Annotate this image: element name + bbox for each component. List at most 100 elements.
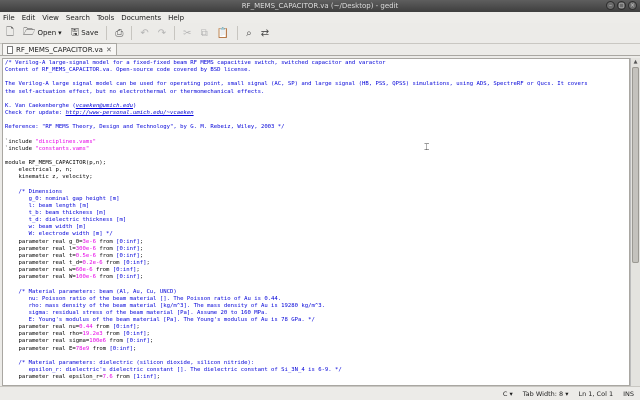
code-link[interactable]: http://www-personal.umich.edu/~vcaeken: [66, 110, 194, 116]
code-token: from: [92, 267, 113, 274]
folder-icon: 🗁: [23, 26, 36, 38]
code-token: ;: [156, 374, 160, 381]
language-selector[interactable]: C ▾: [503, 390, 513, 398]
menu-bar: File Edit View Search Tools Documents He…: [0, 12, 640, 23]
tab-width-selector[interactable]: Tab Width: 8 ▾: [523, 390, 569, 398]
menu-view[interactable]: View: [42, 14, 59, 22]
code-token: parameter real w=: [5, 267, 76, 274]
menu-tools[interactable]: Tools: [97, 14, 114, 22]
close-icon[interactable]: ×: [628, 1, 637, 10]
code-link[interactable]: vcaeken@umich.edu: [76, 103, 133, 109]
code-line: parameter real w=60e-6 from [0:inf];: [5, 267, 625, 274]
code-line: l: beam length [m]: [5, 203, 625, 210]
redo-button[interactable]: ↷: [155, 25, 169, 41]
undo-icon: ↶: [140, 27, 149, 39]
code-line: /* Dimensions: [5, 189, 625, 196]
scroll-up-icon[interactable]: ▲: [631, 58, 640, 66]
copy-button[interactable]: ⧉: [198, 25, 211, 41]
code-token: `include: [5, 138, 36, 145]
code-token: ;: [133, 345, 137, 352]
code-view[interactable]: /* Verilog-A large-signal model for a fi…: [5, 60, 625, 381]
code-token: [0:inf]: [116, 252, 140, 259]
code-line: parameter real g_0=3e-6 from [0:inf];: [5, 239, 625, 246]
code-token: rho: mass density of the beam material […: [5, 302, 325, 309]
toolbar: 🗋 🗁 Open ▾ 🖫 Save ⎙ ↶ ↷ ✂ ⧉ 📋 ⌕ ⇄: [0, 23, 640, 44]
new-button[interactable]: 🗋: [3, 25, 17, 41]
cut-button[interactable]: ✂: [180, 25, 194, 41]
code-token: kinematic z, velocity;: [5, 174, 93, 181]
paste-button[interactable]: 📋: [214, 25, 232, 41]
code-token: 78e9: [75, 345, 90, 352]
code-line: sigma: residual stress of the beam mater…: [5, 310, 625, 317]
code-token: parameter real W=: [5, 274, 76, 281]
vertical-scrollbar[interactable]: ▲: [630, 58, 640, 386]
copy-icon: ⧉: [200, 27, 208, 39]
code-token: the self-actuation effect, but no electr…: [5, 88, 265, 95]
code-token: Reference: "RF MEMS Theory, Design and T…: [5, 124, 285, 131]
tab-bar: RF_MEMS_CAPACITOR.va ✕: [0, 43, 640, 56]
code-token: [0:inf]: [116, 274, 140, 281]
replace-button[interactable]: ⇄: [258, 25, 272, 41]
code-line: /* Material parameters: dielectric (sili…: [5, 360, 625, 367]
text-editor[interactable]: /* Verilog-A large-signal model for a fi…: [2, 58, 630, 386]
code-line: parameter real l=300e-6 from [0:inf];: [5, 246, 625, 253]
tab-close-icon[interactable]: ✕: [106, 46, 112, 54]
code-token: 100e6: [89, 338, 107, 345]
code-token: parameter real l=: [5, 245, 76, 252]
code-line: parameter real nu=0.44 from [0:inf];: [5, 324, 625, 331]
document-icon: [7, 45, 13, 54]
code-token: "constants.vams": [35, 145, 90, 152]
window-controls: – □ ×: [606, 1, 637, 10]
find-button[interactable]: ⌕: [243, 25, 255, 41]
code-token: sigma: residual stress of the beam mater…: [5, 309, 268, 316]
code-token: from: [102, 259, 123, 266]
code-token: 60e-6: [75, 267, 93, 274]
code-line: Check for update: http://www-personal.um…: [5, 110, 625, 117]
code-line: parameter real t=0.5e-6 from [0:inf];: [5, 253, 625, 260]
code-token: 0.2e-6: [82, 259, 103, 266]
toolbar-separator: [131, 26, 133, 40]
scrollbar-thumb[interactable]: [632, 67, 639, 263]
tab-rf-mems-capacitor[interactable]: RF_MEMS_CAPACITOR.va ✕: [2, 43, 117, 55]
print-button[interactable]: ⎙: [112, 25, 126, 41]
toolbar-separator: [174, 26, 176, 40]
code-token: ;: [136, 324, 140, 331]
undo-button[interactable]: ↶: [137, 25, 151, 41]
code-token: /* Dimensions: [5, 188, 63, 195]
open-button[interactable]: 🗁 Open ▾: [20, 25, 65, 41]
gedit-window: RF_MEMS_CAPACITOR.va (~/Desktop) - gedit…: [0, 0, 640, 400]
code-token: from: [95, 252, 117, 259]
chevron-down-icon[interactable]: ▾: [58, 29, 62, 37]
menu-documents[interactable]: Documents: [121, 14, 161, 22]
toolbar-separator: [106, 26, 108, 40]
code-token: 300e-6: [75, 245, 96, 252]
code-token: 0.44: [79, 324, 93, 331]
code-token: from: [95, 274, 117, 281]
menu-file[interactable]: File: [3, 14, 15, 22]
minimize-icon[interactable]: –: [606, 1, 615, 10]
toolbar-separator: [237, 26, 239, 40]
code-token: ;: [146, 331, 150, 338]
new-document-icon: 🗋: [6, 26, 15, 38]
code-token: 19.2e3: [82, 331, 103, 338]
menu-edit[interactable]: Edit: [22, 14, 36, 22]
menu-help[interactable]: Help: [168, 14, 184, 22]
code-token: [0:inf]: [116, 245, 140, 252]
menu-search[interactable]: Search: [66, 14, 90, 22]
code-line: parameter real epsilon_r=7.6 from [1:inf…: [5, 374, 625, 381]
save-button[interactable]: 🖫 Save: [68, 25, 102, 41]
status-bar: C ▾ Tab Width: 8 ▾ Ln 1, Col 1 INS: [0, 386, 640, 400]
maximize-icon[interactable]: □: [617, 1, 626, 10]
code-token: from: [106, 338, 127, 345]
cursor-position: Ln 1, Col 1: [578, 389, 614, 398]
search-icon: ⌕: [246, 27, 252, 39]
code-line: /* Material parameters: beam (Al, Au, Cu…: [5, 289, 625, 296]
code-line: g_0: nominal gap height [m]: [5, 196, 625, 203]
code-token: E: Young's modulus of the beam material …: [5, 317, 315, 324]
code-token: parameter real t=: [5, 252, 76, 259]
